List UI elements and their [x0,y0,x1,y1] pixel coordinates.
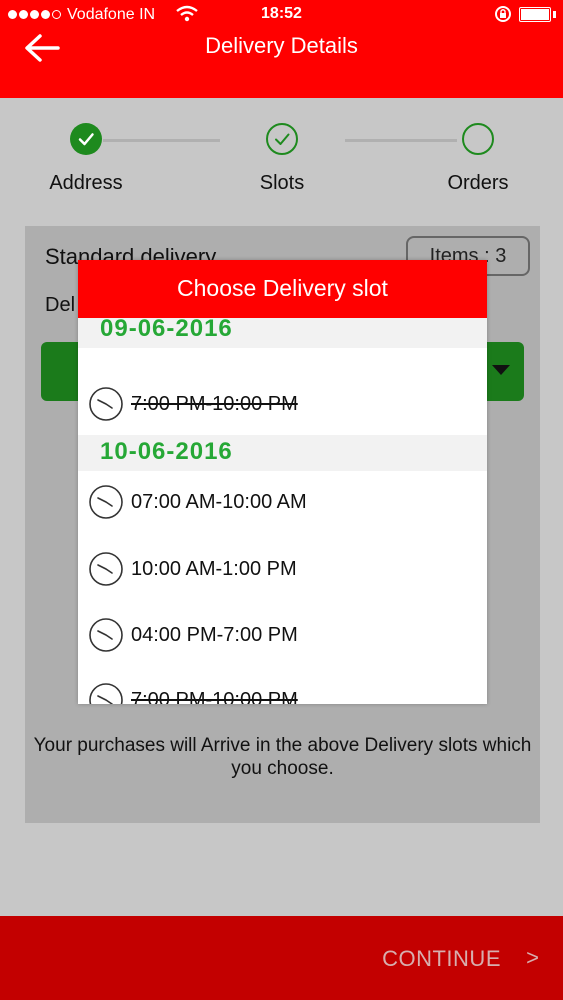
delivery-slot-dialog: Choose Delivery slot 09-06-2016 7:00 PM-… [78,260,487,704]
slot-time-label: 7:00 PM-10:00 PM [131,689,298,704]
delivery-note: Your purchases will Arrive in the above … [33,735,532,779]
battery-tip [553,11,556,18]
slot-item[interactable]: 10:00 AM-1:00 PM [88,551,478,591]
step-slots-check-icon [266,123,298,155]
step-address-check-icon [70,123,102,155]
status-bar: Vodafone IN 18:52 [0,0,563,30]
step-connector [103,139,220,142]
slot-list[interactable]: 09-06-2016 7:00 PM-10:00 PM 10-06-2016 0… [78,318,487,704]
chevron-right-icon: > [526,945,539,970]
clock-icon [89,387,123,421]
date-header: 09-06-2016 [78,318,487,348]
app-header: Vodafone IN 18:52 Delivery Details [0,0,563,98]
date-header-label: 10-06-2016 [100,438,233,465]
rotation-lock-icon [495,6,511,22]
page-title: Delivery Details [205,33,358,58]
step-orders-circle [462,123,494,155]
clock-icon [89,618,123,652]
slot-time-label: 10:00 AM-1:00 PM [131,558,297,580]
step-connector [345,139,457,142]
step-label-orders: Orders [447,172,509,194]
slot-item[interactable]: 07:00 AM-10:00 AM [88,484,478,524]
clock-icon [89,552,123,586]
dialog-title: Choose Delivery slot [78,260,487,318]
slot-time-label: 04:00 PM-7:00 PM [131,624,298,646]
slot-item[interactable]: 04:00 PM-7:00 PM [88,617,478,657]
slot-item: 7:00 PM-10:00 PM [88,386,478,426]
continue-button[interactable]: CONTINUE > [0,916,563,1000]
step-label-slots: Slots [259,172,305,194]
step-label-address: Address [49,172,123,194]
delivery-slot-label: Del [45,294,76,316]
caret-down-icon[interactable] [492,365,510,375]
battery-icon [519,7,551,22]
date-header: 10-06-2016 [78,435,487,471]
slot-item: 7:00 PM-10:00 PM [88,682,478,704]
slot-time-label: 07:00 AM-10:00 AM [131,491,307,513]
clock-icon [89,485,123,519]
continue-label: CONTINUE [382,946,501,971]
clock-time: 18:52 [261,5,302,22]
date-header-label: 09-06-2016 [100,318,233,342]
clock-icon [89,683,123,704]
slot-time-label: 7:00 PM-10:00 PM [131,393,298,415]
